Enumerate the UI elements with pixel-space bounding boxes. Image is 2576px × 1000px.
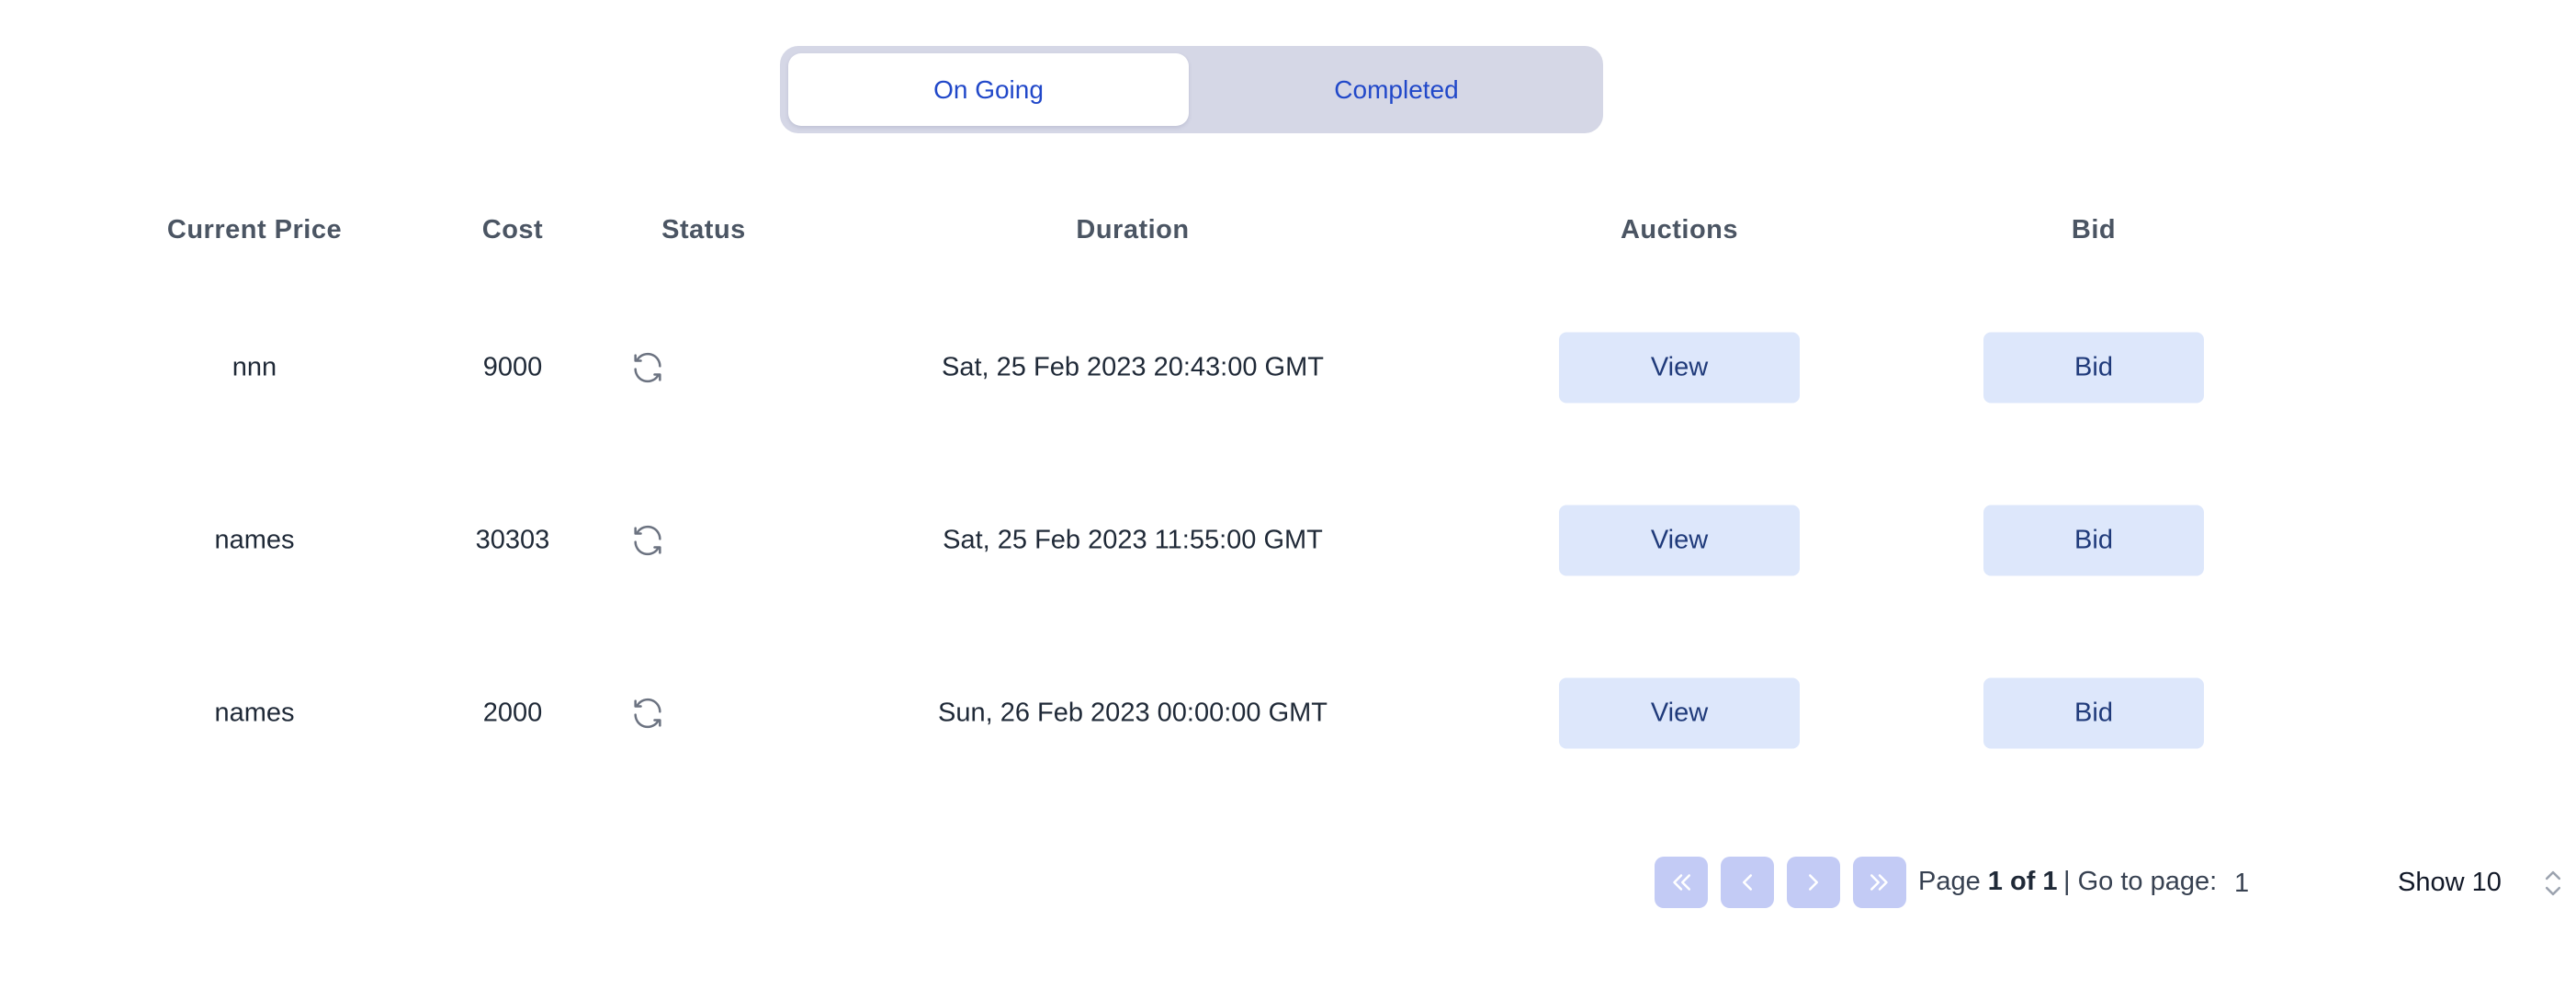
page-size-select[interactable]: Show 10 — [2398, 855, 2563, 910]
column-header-current-price: Current Price — [166, 215, 343, 244]
previous-page-button[interactable] — [1721, 857, 1774, 908]
bid-button[interactable]: Bid — [1983, 677, 2204, 749]
page-size-label: Show 10 — [2398, 867, 2502, 897]
page-value: 1 of 1 — [1987, 867, 2058, 896]
duration-cell: Sun, 26 Feb 2023 00:00:00 GMT — [938, 698, 1328, 728]
column-header-duration: Duration — [1076, 215, 1190, 244]
page-label: Page — [1918, 867, 1981, 896]
chevron-left-icon — [1743, 874, 1752, 891]
next-page-button[interactable] — [1787, 857, 1840, 908]
goto-page-input[interactable] — [2229, 858, 2302, 908]
auctions-page: On Going Completed Current Price Cost St… — [0, 0, 2576, 1000]
cost-cell: 2000 — [482, 698, 543, 728]
duration-cell: Sat, 25 Feb 2023 11:55:00 GMT — [943, 525, 1323, 555]
refresh-icon — [634, 698, 661, 729]
view-auction-button[interactable]: View — [1559, 677, 1800, 749]
goto-label: | Go to page: — [2063, 867, 2218, 896]
status-tabs: On Going Completed — [780, 46, 1603, 133]
refresh-icon — [634, 352, 661, 383]
last-page-button[interactable] — [1853, 857, 1906, 908]
chevron-right-icon — [1809, 874, 1818, 891]
chevron-up-down-icon — [2545, 870, 2561, 896]
tab-on-going[interactable]: On Going — [788, 53, 1189, 126]
column-header-status: Status — [661, 215, 746, 244]
column-header-cost: Cost — [481, 215, 544, 244]
current-price-cell: names — [214, 525, 295, 555]
table-row: nnn 9000 Sat, 25 Feb 2023 20:43:00 GMT V… — [0, 322, 2576, 414]
first-page-button[interactable] — [1655, 857, 1708, 908]
double-chevron-left-icon — [1673, 874, 1690, 891]
bid-button[interactable]: Bid — [1983, 332, 2204, 403]
page-indicator: Page 1 of 1 — [1918, 867, 2058, 897]
duration-cell: Sat, 25 Feb 2023 20:43:00 GMT — [942, 352, 1324, 382]
column-header-bid: Bid — [2071, 215, 2117, 244]
view-auction-button[interactable]: View — [1559, 332, 1800, 403]
table-row: names 2000 Sun, 26 Feb 2023 00:00:00 GMT… — [0, 667, 2576, 759]
tab-completed[interactable]: Completed — [1196, 53, 1597, 126]
column-header-auctions: Auctions — [1620, 215, 1739, 244]
cost-cell: 9000 — [482, 352, 543, 382]
refresh-icon — [634, 525, 661, 556]
current-price-cell: names — [214, 698, 295, 728]
bid-button[interactable]: Bid — [1983, 505, 2204, 576]
current-price-cell: nnn — [232, 352, 277, 382]
cost-cell: 30303 — [475, 525, 550, 555]
double-chevron-right-icon — [1870, 874, 1888, 891]
view-auction-button[interactable]: View — [1559, 505, 1800, 576]
table-row: names 30303 Sat, 25 Feb 2023 11:55:00 GM… — [0, 494, 2576, 586]
